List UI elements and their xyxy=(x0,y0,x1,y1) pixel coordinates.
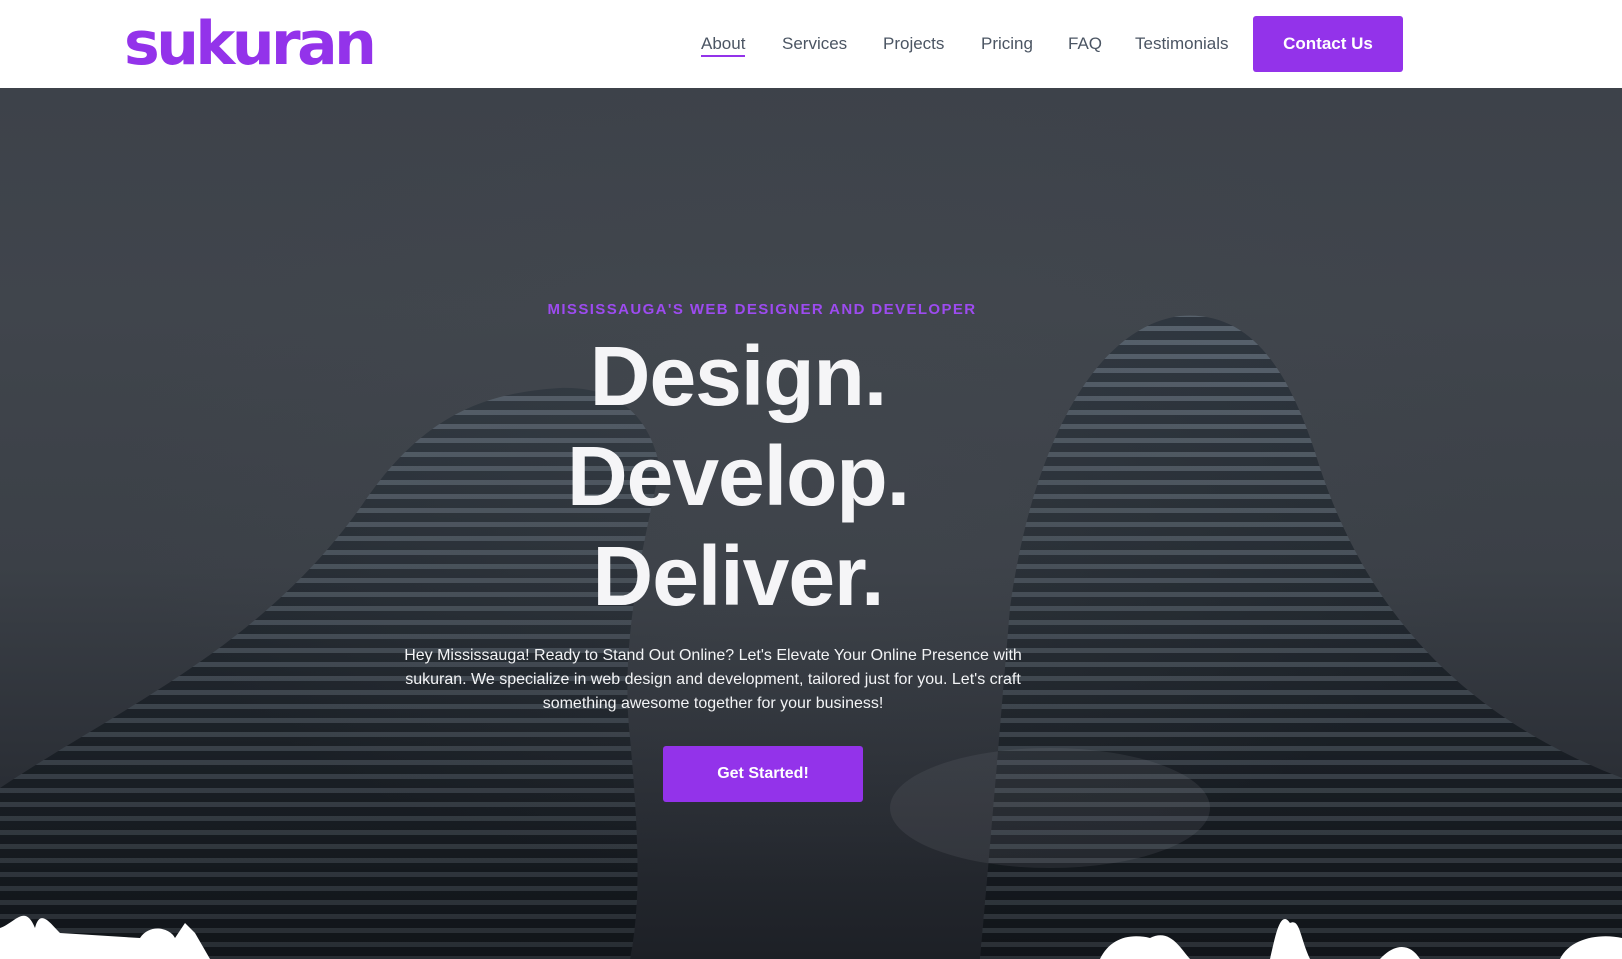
nav-link-faq[interactable]: FAQ xyxy=(1068,34,1102,54)
main-nav: About Services Projects Pricing FAQ Test… xyxy=(0,0,1622,88)
nav-link-services[interactable]: Services xyxy=(782,34,847,54)
headline-line-deliver: Deliver. xyxy=(592,529,885,623)
nav-link-projects[interactable]: Projects xyxy=(883,34,944,54)
hero-description: Hey Mississauga! Ready to Stand Out Onli… xyxy=(404,647,1022,712)
nav-link-pricing[interactable]: Pricing xyxy=(981,34,1033,54)
get-started-button[interactable]: Get Started! xyxy=(663,746,863,802)
hero-headline: Design. Develop. Deliver. xyxy=(0,326,1476,626)
contact-us-button[interactable]: Contact Us xyxy=(1253,16,1403,72)
headline-line-develop: Develop. xyxy=(566,429,910,523)
headline-line-design: Design. xyxy=(589,329,887,423)
hero-section: MISSISSAUGA'S WEB DESIGNER AND DEVELOPER… xyxy=(0,88,1622,959)
nav-link-about[interactable]: About xyxy=(701,34,746,57)
hero-eyebrow: MISSISSAUGA'S WEB DESIGNER AND DEVELOPER xyxy=(547,301,977,318)
nav-link-testimonials[interactable]: Testimonials xyxy=(1135,34,1229,54)
site-header: sukuran About Services Projects Pricing … xyxy=(0,0,1622,88)
